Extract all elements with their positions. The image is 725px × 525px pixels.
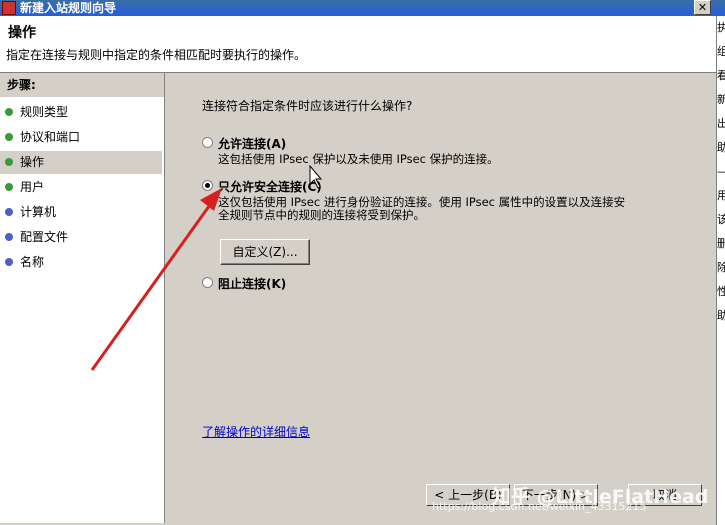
arrow-shaft: [90, 201, 214, 371]
mouse-cursor-icon: [309, 164, 323, 189]
watermark-url: https://blog.csdn.net/weixin_43315215: [432, 500, 647, 513]
arrow-head: [200, 188, 222, 211]
red-annotation-arrow: [90, 164, 323, 371]
